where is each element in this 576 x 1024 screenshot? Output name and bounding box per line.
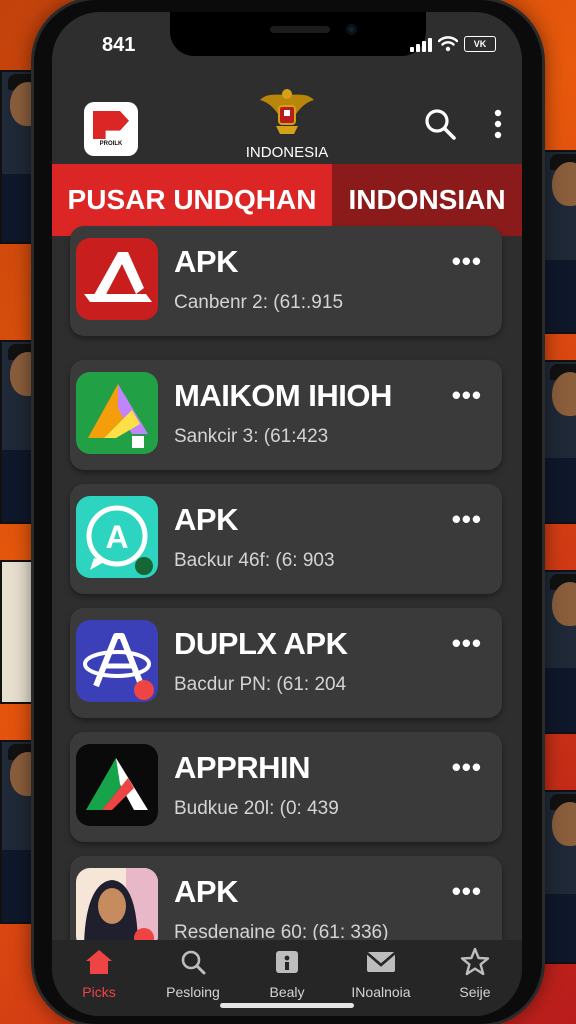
background-poster bbox=[0, 740, 38, 924]
list-item[interactable]: APPRHIN Budkue 20l: (0: 439 ••• bbox=[70, 732, 502, 842]
background-poster bbox=[0, 340, 38, 524]
wifi-icon bbox=[438, 36, 458, 52]
more-horizontal-icon[interactable]: ••• bbox=[452, 752, 482, 783]
more-horizontal-icon[interactable]: ••• bbox=[452, 876, 482, 907]
app-title: APK bbox=[174, 502, 238, 537]
battery-icon: VK bbox=[464, 36, 496, 52]
blue-orbit-a-icon bbox=[76, 620, 158, 702]
svg-text:A: A bbox=[105, 519, 128, 555]
home-indicator[interactable] bbox=[220, 1003, 354, 1008]
app-title: APK bbox=[174, 244, 238, 279]
phone-screen: 841 VK PROILK INDONESIA PUSAR UNDQHAN IN… bbox=[52, 12, 522, 1016]
red-a-icon bbox=[76, 238, 158, 320]
search-icon bbox=[177, 946, 209, 978]
logo-text: PROILK bbox=[99, 141, 123, 147]
app-subtitle: Sankcir 3: (61:423 bbox=[174, 426, 329, 447]
nav-label: INoalnoia bbox=[351, 984, 411, 1000]
garuda-emblem-icon bbox=[260, 89, 314, 134]
app-title: APK bbox=[174, 874, 238, 909]
app-title: APPRHIN bbox=[174, 750, 311, 785]
background-poster bbox=[542, 150, 576, 334]
more-vertical-icon bbox=[494, 109, 502, 139]
background-poster bbox=[542, 570, 576, 734]
background-poster bbox=[542, 790, 576, 964]
app-subtitle: Backur 46f: (6: 903 bbox=[174, 550, 335, 571]
more-horizontal-icon[interactable]: ••• bbox=[452, 246, 482, 277]
list-item[interactable]: A APK Backur 46f: (6: 903 ••• bbox=[70, 484, 502, 594]
status-time: 841 bbox=[102, 34, 136, 56]
list-item[interactable]: APK Canbenr 2: (61:.915 ••• bbox=[70, 226, 502, 336]
bottom-nav: Picks Pesloing Bealy INoalnoia Seije bbox=[52, 940, 522, 1016]
mail-icon bbox=[365, 946, 397, 978]
app-header: PROILK INDONESIA bbox=[52, 84, 522, 172]
green-triangle-icon bbox=[76, 372, 158, 454]
signal-icon bbox=[410, 36, 432, 52]
nav-item-picks[interactable]: Picks bbox=[52, 940, 146, 1016]
nav-label: Seije bbox=[459, 984, 491, 1000]
speaker bbox=[270, 26, 330, 33]
country-label: INDONESIA bbox=[245, 144, 329, 161]
nav-label: Bealy bbox=[269, 984, 305, 1000]
app-subtitle: Bacdur PN: (61: 204 bbox=[174, 674, 347, 695]
logo-mark-icon bbox=[93, 111, 129, 139]
info-box-icon bbox=[271, 946, 303, 978]
woman-portrait-icon bbox=[76, 868, 158, 950]
nav-label: Pesloing bbox=[166, 984, 220, 1000]
app-subtitle: Canbenr 2: (61:.915 bbox=[174, 292, 344, 313]
search-icon bbox=[425, 109, 456, 140]
star-icon bbox=[459, 946, 491, 978]
app-title: DUPLX APK bbox=[174, 626, 348, 661]
list-item[interactable]: DUPLX APK Bacdur PN: (61: 204 ••• bbox=[70, 608, 502, 718]
more-horizontal-icon[interactable]: ••• bbox=[452, 504, 482, 535]
nav-item-seije[interactable]: Seije bbox=[428, 940, 522, 1016]
phone-frame: 841 VK PROILK INDONESIA PUSAR UNDQHAN IN… bbox=[34, 0, 542, 1024]
app-subtitle: Budkue 20l: (0: 439 bbox=[174, 798, 339, 819]
teal-chat-a-icon: A bbox=[76, 496, 158, 578]
background-poster bbox=[542, 360, 576, 524]
status-bar: 841 VK bbox=[52, 34, 522, 58]
background-poster bbox=[0, 560, 38, 704]
search-button[interactable] bbox=[420, 104, 460, 144]
background-poster bbox=[0, 70, 38, 244]
list-item[interactable]: MAIKOM IHIOH Sankcir 3: (61:423 ••• bbox=[70, 360, 502, 470]
nav-label: Picks bbox=[82, 984, 116, 1000]
more-button[interactable] bbox=[478, 104, 518, 144]
more-horizontal-icon[interactable]: ••• bbox=[452, 628, 482, 659]
app-title: MAIKOM IHIOH bbox=[174, 378, 392, 413]
home-icon bbox=[83, 946, 115, 978]
more-horizontal-icon[interactable]: ••• bbox=[452, 380, 482, 411]
status-icons: VK bbox=[410, 36, 496, 52]
app-logo[interactable]: PROILK bbox=[84, 102, 138, 156]
black-triangle-icon bbox=[76, 744, 158, 826]
